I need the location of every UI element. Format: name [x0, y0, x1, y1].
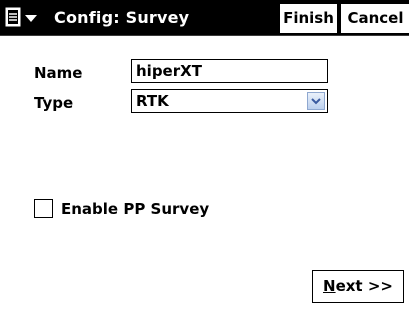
dropdown-arrow-button[interactable] — [307, 92, 325, 110]
title-bar: Config: Survey Finish Cancel — [0, 0, 409, 36]
enable-pp-survey-label[interactable]: Enable PP Survey — [61, 200, 209, 218]
type-dropdown[interactable]: RTK — [131, 89, 328, 113]
document-menu-icon — [5, 7, 37, 27]
type-label: Type — [34, 94, 74, 112]
name-field[interactable]: hiperXT — [131, 59, 328, 83]
type-dropdown-value: RTK — [136, 92, 169, 110]
finish-button[interactable]: Finish — [279, 3, 338, 34]
next-button[interactable]: Next >> — [312, 270, 404, 303]
window-title: Config: Survey — [54, 8, 190, 27]
name-field-value: hiperXT — [136, 62, 202, 80]
chevron-down-icon — [311, 98, 321, 105]
name-label: Name — [34, 64, 83, 82]
enable-pp-survey-checkbox[interactable] — [34, 199, 53, 218]
cancel-button[interactable]: Cancel — [340, 3, 409, 34]
start-menu-button[interactable] — [4, 6, 52, 30]
chevron-down-icon — [25, 15, 37, 22]
